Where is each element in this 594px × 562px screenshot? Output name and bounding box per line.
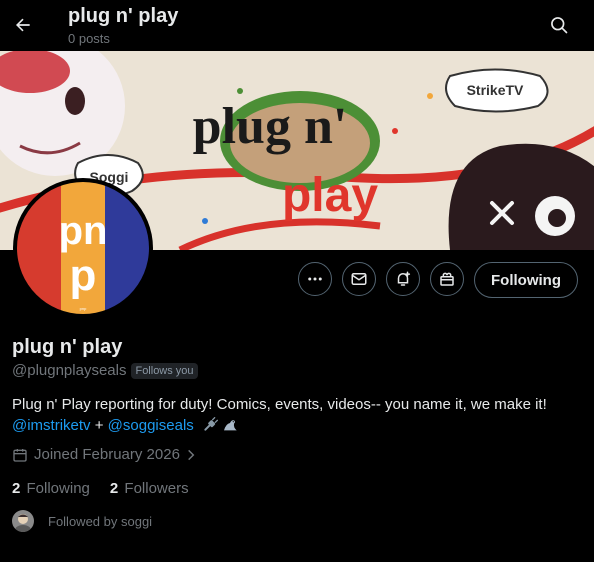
following-button[interactable]: Following [474, 262, 578, 298]
arrow-left-icon [16, 18, 30, 32]
followed-by[interactable]: Followed by soggi [12, 510, 152, 532]
handle-row: @plugnplayseals Follows you [12, 362, 198, 379]
profile-avatar[interactable]: pn p pnp [13, 178, 153, 318]
top-bar: plug n' play 0 posts [0, 0, 594, 51]
bio-text: Plug n' Play reporting for duty! Comics,… [12, 396, 547, 413]
search-icon [551, 17, 568, 34]
following-label: Following [26, 480, 90, 497]
following-count: 2 [12, 480, 21, 497]
follow-stats: 2 Following 2 Followers [12, 480, 209, 497]
bio-mention-soggiseals[interactable]: @soggiseals [108, 417, 194, 434]
more-icon [308, 277, 322, 281]
chevron-right-icon [188, 449, 195, 460]
bio: Plug n' Play reporting for duty! Comics,… [12, 394, 582, 439]
page-title: plug n' play [68, 5, 179, 27]
avatar-letters: pnp [80, 306, 87, 311]
svg-text:p: p [70, 251, 97, 300]
more-button[interactable] [298, 262, 332, 296]
followers-count: 2 [109, 480, 119, 497]
follower-avatar [12, 510, 34, 532]
bell-plus-icon [397, 271, 411, 286]
plug-emoji-icon [202, 417, 218, 439]
avatar-image: pn p pnp [17, 182, 149, 314]
svg-text:pn: pn [59, 209, 108, 253]
message-button[interactable] [342, 262, 376, 296]
calendar-icon [13, 448, 27, 462]
following-stat[interactable]: 2 Following [12, 480, 90, 497]
joined-text: Joined February 2026 [34, 446, 180, 463]
mail-icon [351, 273, 367, 285]
handle: @plugnplayseals [12, 362, 127, 379]
follows-you-badge: Follows you [131, 362, 198, 379]
followed-by-text: Followed by soggi [48, 513, 153, 529]
followers-stat[interactable]: 2 Followers [110, 480, 189, 497]
notify-button[interactable] [386, 262, 420, 296]
banner-logo-line1: plug n' [193, 98, 348, 155]
display-name: plug n' play [12, 336, 123, 358]
banner-bubble-striketv: StrikeTV [467, 82, 524, 98]
search-button[interactable] [542, 8, 576, 42]
gift-icon [440, 272, 454, 286]
bio-plus: + [94, 417, 104, 434]
back-button[interactable] [6, 8, 40, 42]
bio-mention-imstriketv[interactable]: @imstriketv [12, 417, 91, 434]
post-count: 0 posts [68, 31, 110, 46]
banner-logo-line2: play [282, 169, 378, 222]
subscribe-button[interactable] [430, 262, 464, 296]
joined-date[interactable]: Joined February 2026 [12, 446, 204, 463]
seal-emoji-icon [222, 417, 238, 439]
followers-label: Followers [124, 480, 189, 497]
